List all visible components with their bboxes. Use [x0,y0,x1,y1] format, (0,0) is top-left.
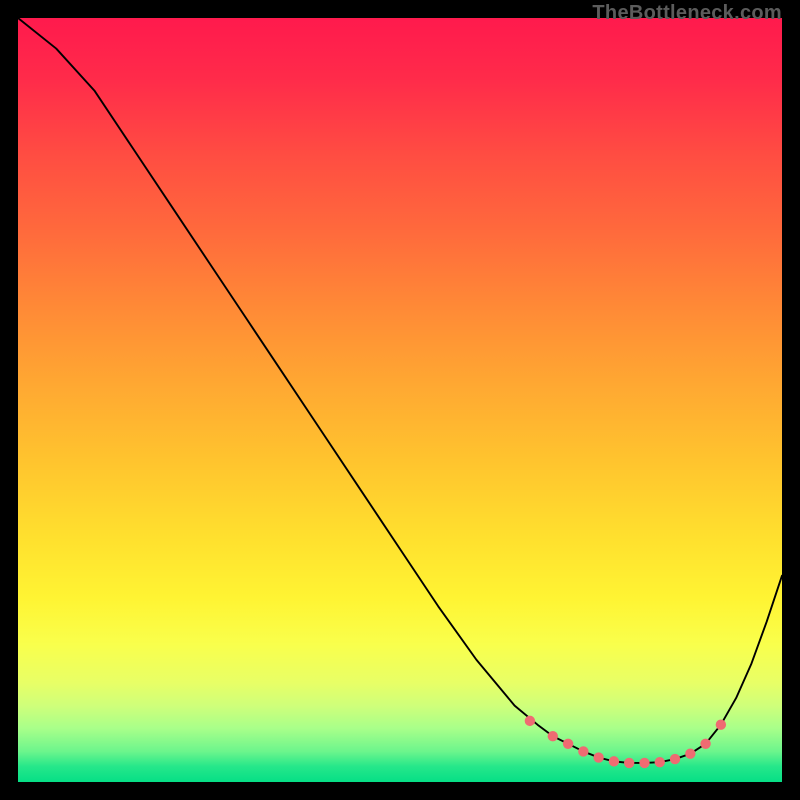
highlight-dot [670,754,680,764]
highlight-dot [593,752,603,762]
highlight-dot [624,758,634,768]
highlight-dot [716,720,726,730]
highlight-dot [548,731,558,741]
highlight-dot [578,746,588,756]
highlight-dots [525,716,726,768]
highlight-dot [563,739,573,749]
bottleneck-curve [18,18,782,763]
chart-container: TheBottleneck.com [0,0,800,800]
highlight-dot [609,756,619,766]
highlight-dot [655,757,665,767]
highlight-dot [685,749,695,759]
highlight-dot [700,739,710,749]
chart-overlay [18,18,782,782]
highlight-dot [525,716,535,726]
highlight-dot [639,758,649,768]
